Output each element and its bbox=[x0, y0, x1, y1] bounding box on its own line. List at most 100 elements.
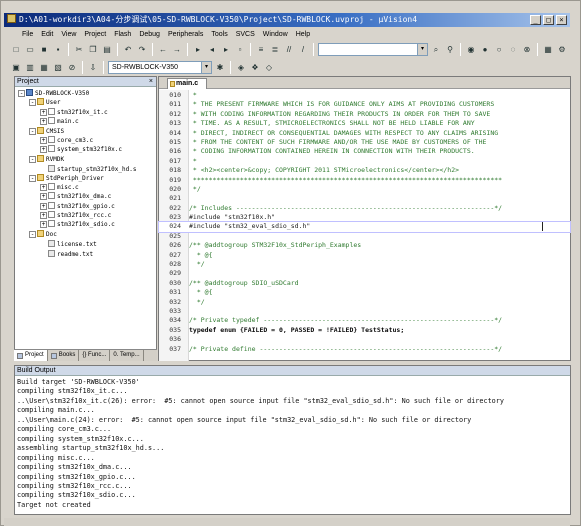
manage-components-icon[interactable]: ❖ bbox=[249, 62, 261, 74]
tree-item[interactable]: + stm32f10x_it.c bbox=[15, 107, 156, 117]
tree-item[interactable]: - StdPeriph_Driver bbox=[15, 173, 156, 183]
file-extensions-icon[interactable]: ◈ bbox=[235, 62, 247, 74]
expand-toggle-icon[interactable]: + bbox=[40, 221, 47, 229]
code-area[interactable]: 010 * 011 * THE PRESENT FIRMWARE WHICH IS… bbox=[158, 91, 571, 354]
find-icon[interactable]: ⚲ bbox=[444, 44, 456, 56]
code-line[interactable]: 030 /** @addtogroup SDIO_uSDCard bbox=[159, 279, 570, 288]
breakpoint-clear-icon[interactable]: ⊗ bbox=[521, 44, 533, 56]
expand-toggle-icon[interactable]: - bbox=[29, 155, 36, 163]
menu-flash[interactable]: Flash bbox=[110, 31, 135, 38]
menu-svcs[interactable]: SVCS bbox=[232, 31, 259, 38]
code-line[interactable]: 019 ************************************… bbox=[159, 176, 570, 185]
paste-icon[interactable]: ▤ bbox=[101, 44, 113, 56]
code-line[interactable]: 011 * THE PRESENT FIRMWARE WHICH IS FOR … bbox=[159, 100, 570, 109]
expand-toggle-icon[interactable]: + bbox=[40, 108, 47, 116]
expand-toggle-icon[interactable]: + bbox=[40, 146, 47, 154]
code-line[interactable]: 032 */ bbox=[159, 298, 570, 307]
breakpoint-insert-icon[interactable]: ● bbox=[479, 44, 491, 56]
stop-build-icon[interactable]: ⊘ bbox=[66, 62, 78, 74]
menu-peripherals[interactable]: Peripherals bbox=[164, 31, 207, 38]
code-line[interactable]: 033 bbox=[159, 307, 570, 316]
breakpoint-disable-icon[interactable]: ○ bbox=[493, 44, 505, 56]
open-file-icon[interactable]: ▭ bbox=[24, 44, 36, 56]
compile-icon[interactable]: ▣ bbox=[10, 62, 22, 74]
bookmark-prev-icon[interactable]: ◂ bbox=[206, 44, 218, 56]
code-line[interactable]: 034 /* Private typedef ------------------… bbox=[159, 316, 570, 325]
code-line[interactable]: 013 * TIME. AS A RESULT, STMICROELECTRON… bbox=[159, 119, 570, 128]
expand-toggle-icon[interactable]: - bbox=[18, 90, 25, 97]
tab-functions[interactable]: {} Func... bbox=[79, 350, 111, 361]
tree-item[interactable]: - RVMDK bbox=[15, 154, 156, 164]
target-select[interactable]: SD-RWBLOCK-V350 ▾ bbox=[108, 61, 212, 74]
minimize-button[interactable]: _ bbox=[530, 15, 541, 25]
code-line[interactable]: 018 * <h2><center>&copy; COPYRIGHT 2011 … bbox=[159, 166, 570, 175]
code-line[interactable]: 029 bbox=[159, 269, 570, 278]
code-line[interactable]: 017 * bbox=[159, 157, 570, 166]
code-line[interactable]: 024 #include "stm32_eval_sdio_sd.h" bbox=[158, 221, 571, 233]
unindent-icon[interactable]: ≣ bbox=[269, 44, 281, 56]
code-line[interactable]: 015 * FROM THE CONTENT OF SUCH FIRMWARE … bbox=[159, 138, 570, 147]
tree-item[interactable]: + main.c bbox=[15, 117, 156, 126]
close-icon[interactable]: × bbox=[149, 77, 153, 87]
tree-item[interactable]: - Doc bbox=[15, 229, 156, 239]
build-icon[interactable]: ▥ bbox=[24, 62, 36, 74]
expand-toggle-icon[interactable]: + bbox=[40, 136, 47, 144]
tree-item[interactable]: - SD-RWBLOCK-V350 bbox=[15, 89, 156, 98]
code-line[interactable]: 016 * CODING INFORMATION CONTAINED HEREI… bbox=[159, 147, 570, 156]
menu-window[interactable]: Window bbox=[259, 31, 292, 38]
batch-build-icon[interactable]: ▧ bbox=[52, 62, 64, 74]
menu-file[interactable]: File bbox=[18, 31, 37, 38]
tab-templates[interactable]: 0. Temp... bbox=[110, 350, 144, 361]
code-line[interactable]: 023 #include "stm32f10x.h" bbox=[159, 213, 570, 222]
tab-project[interactable]: Project bbox=[14, 350, 48, 361]
code-line[interactable]: 036 bbox=[159, 335, 570, 344]
code-line[interactable]: 012 * WITH CODING INFORMATION REGARDING … bbox=[159, 110, 570, 119]
undo-icon[interactable]: ↶ bbox=[122, 44, 134, 56]
save-all-icon[interactable]: ▪ bbox=[52, 44, 64, 56]
nav-back-icon[interactable]: ← bbox=[157, 44, 169, 56]
breakpoint-kill-icon[interactable]: ◌ bbox=[507, 44, 519, 56]
window-layout-icon[interactable]: ▦ bbox=[542, 44, 554, 56]
tree-item[interactable]: + misc.c bbox=[15, 182, 156, 192]
tree-item[interactable]: startup_stm32f10x_hd.s bbox=[15, 164, 156, 173]
code-line[interactable]: 031 * @{ bbox=[159, 288, 570, 297]
expand-toggle-icon[interactable]: + bbox=[40, 183, 47, 191]
select-device-icon[interactable]: ◇ bbox=[263, 62, 275, 74]
code-line[interactable]: 026 /** @addtogroup STM32F10x_StdPeriph_E… bbox=[159, 241, 570, 250]
code-line[interactable]: 021 bbox=[159, 194, 570, 203]
expand-toggle-icon[interactable]: - bbox=[29, 230, 36, 238]
close-button[interactable]: × bbox=[556, 15, 567, 25]
expand-toggle-icon[interactable]: + bbox=[40, 202, 47, 210]
expand-toggle-icon[interactable]: - bbox=[29, 174, 36, 182]
expand-toggle-icon[interactable]: + bbox=[40, 212, 47, 220]
save-icon[interactable]: ■ bbox=[38, 44, 50, 56]
menu-debug[interactable]: Debug bbox=[135, 31, 164, 38]
redo-icon[interactable]: ↷ bbox=[136, 44, 148, 56]
tree-item[interactable]: + stm32f10x_rcc.c bbox=[15, 211, 156, 220]
debug-start-icon[interactable]: ◉ bbox=[465, 44, 477, 56]
tab-books[interactable]: Books bbox=[48, 350, 80, 361]
menu-edit[interactable]: Edit bbox=[37, 31, 57, 38]
copy-icon[interactable]: ❐ bbox=[87, 44, 99, 56]
download-icon[interactable]: ⇩ bbox=[87, 62, 99, 74]
target-options-icon[interactable]: ✱ bbox=[214, 62, 226, 74]
comment-icon[interactable]: // bbox=[283, 44, 295, 56]
code-line[interactable]: 014 * DIRECT, INDIRECT OR CONSEQUENTIAL … bbox=[159, 129, 570, 138]
cut-icon[interactable]: ✂ bbox=[73, 44, 85, 56]
configure-icon[interactable]: ⚙ bbox=[556, 44, 568, 56]
tree-item[interactable]: readme.txt bbox=[15, 249, 156, 258]
tree-item[interactable]: + stm32f10x_sdio.c bbox=[15, 220, 156, 229]
rebuild-icon[interactable]: ▦ bbox=[38, 62, 50, 74]
tree-item[interactable]: - CMSIS bbox=[15, 126, 156, 136]
tree-item[interactable]: - User bbox=[15, 98, 156, 107]
code-line[interactable]: 025 bbox=[159, 232, 570, 241]
maximize-button[interactable]: □ bbox=[543, 15, 554, 25]
build-output-text[interactable]: Build target 'SD-RWBLOCK-V350' compiling … bbox=[15, 376, 570, 512]
indent-icon[interactable]: ≡ bbox=[255, 44, 267, 56]
menu-view[interactable]: View bbox=[57, 31, 80, 38]
code-line[interactable]: 020 */ bbox=[159, 185, 570, 194]
menu-tools[interactable]: Tools bbox=[207, 31, 231, 38]
new-file-icon[interactable]: □ bbox=[10, 44, 22, 56]
expand-toggle-icon[interactable]: + bbox=[40, 118, 47, 126]
tree-item[interactable]: license.txt bbox=[15, 239, 156, 248]
